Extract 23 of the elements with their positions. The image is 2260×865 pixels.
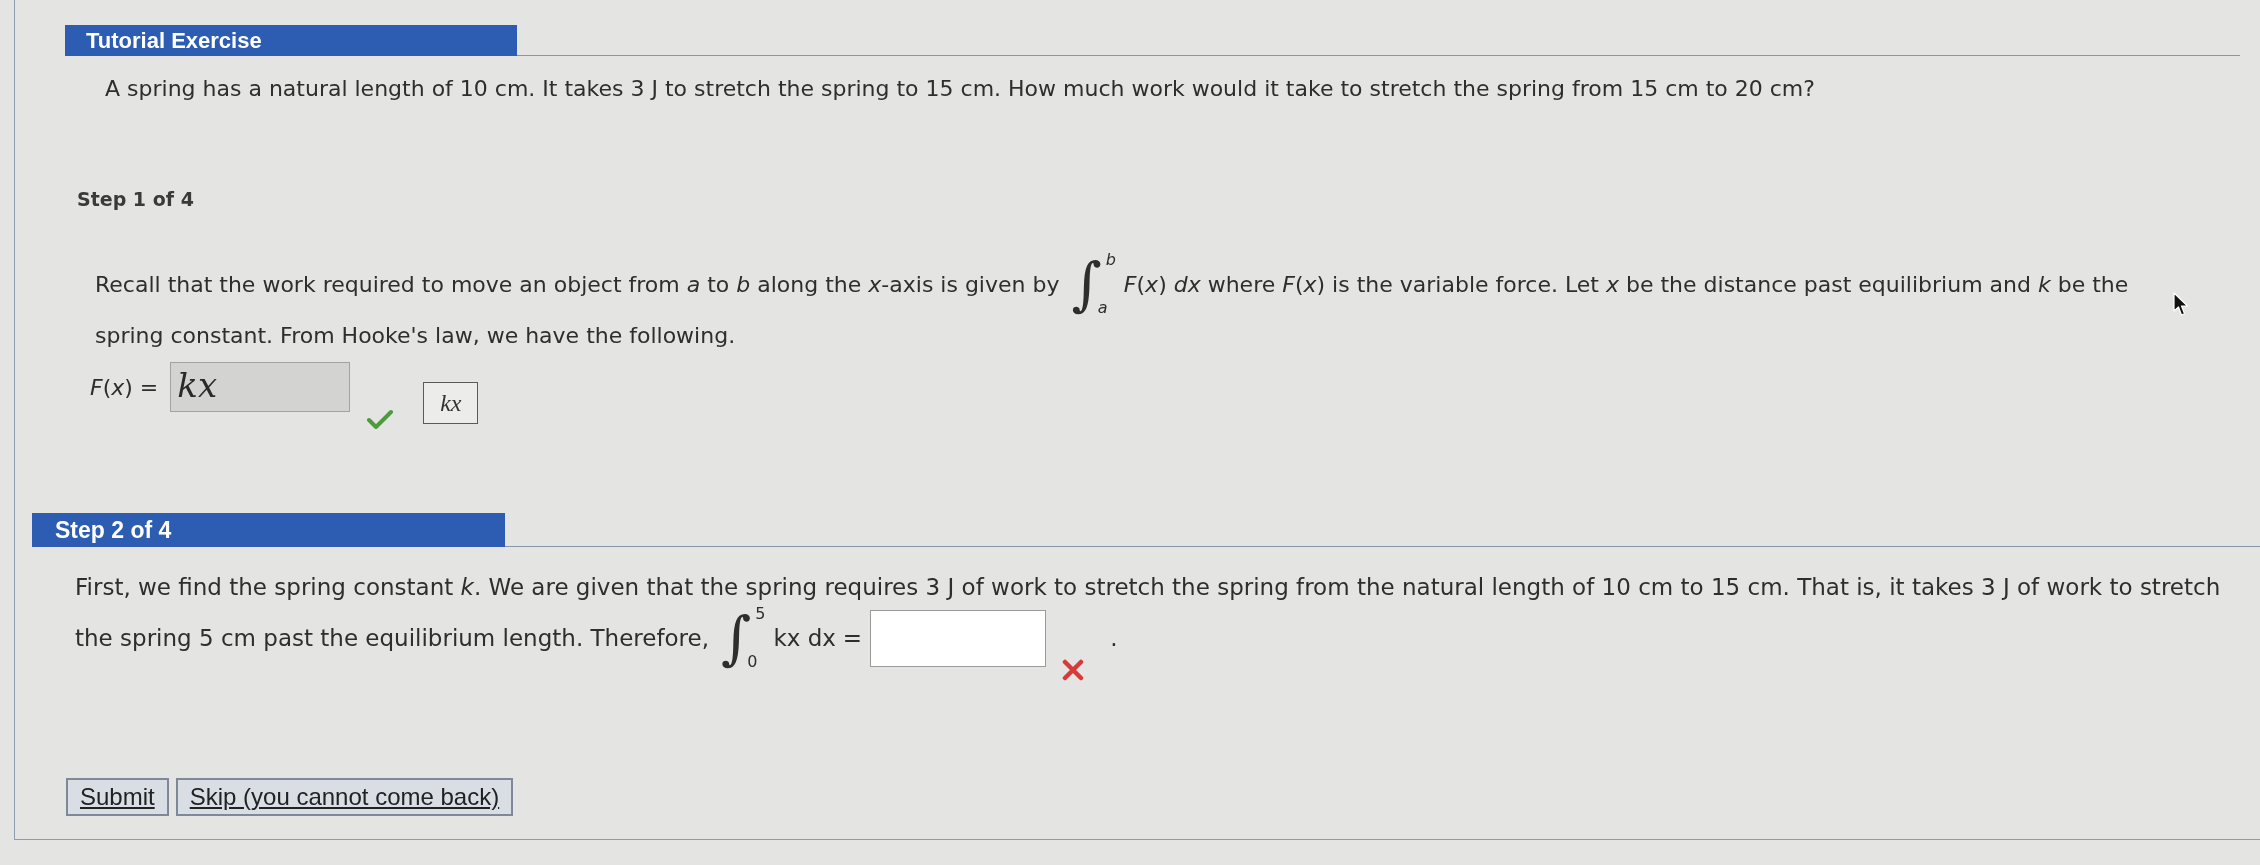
instruction-text: spring constant. From Hooke's law, we have the following.: [95, 321, 736, 350]
integral-lower-limit: 0: [747, 653, 758, 671]
exercise-title: Tutorial Exercise: [86, 27, 262, 55]
step-title: Step 1 of 4: [77, 187, 194, 211]
function-label: F(x) =: [90, 373, 159, 402]
step-title: Step 2 of 4: [55, 515, 172, 545]
cursor-icon: [2172, 292, 2190, 318]
skip-button[interactable]: Skip (you cannot come back): [175, 778, 514, 816]
integral-upper-limit: 5: [755, 605, 766, 623]
instruction-text: Recall that the work required to move an object from a to b along the x-axis is given by: [95, 270, 1060, 299]
instruction-text: the spring 5 cm past the equilibrium length. Therefore,: [75, 623, 709, 653]
submit-button[interactable]: Submit: [66, 778, 169, 816]
integrand: F(x) dx: [1123, 270, 1201, 299]
integral-upper-limit: b: [1105, 251, 1116, 269]
period-text: .: [1110, 623, 1118, 653]
instruction-text: where F(x) is the variable force. Let x be the distance past equilibrium and k be the: [1207, 270, 2129, 299]
answer-preview: kx: [423, 382, 479, 424]
integrand: kx dx: [773, 623, 836, 653]
answer-field[interactable]: kx: [170, 362, 351, 412]
instruction-text: First, we find the spring constant k. We are given that the spring requires 3 J of work to stretch the spring from the natural length of 10 cm to 15 cm. That is, it takes 3 J of work to stretch: [75, 572, 2221, 602]
equals-sign: =: [842, 623, 863, 653]
answer-field[interactable]: [870, 609, 1047, 667]
question-text: A spring has a natural length of 10 cm. It takes 3 J to stretch the spring to 15 cm. How much work would it take to stretch the spring from 15 cm to 20 cm?: [105, 76, 1815, 101]
